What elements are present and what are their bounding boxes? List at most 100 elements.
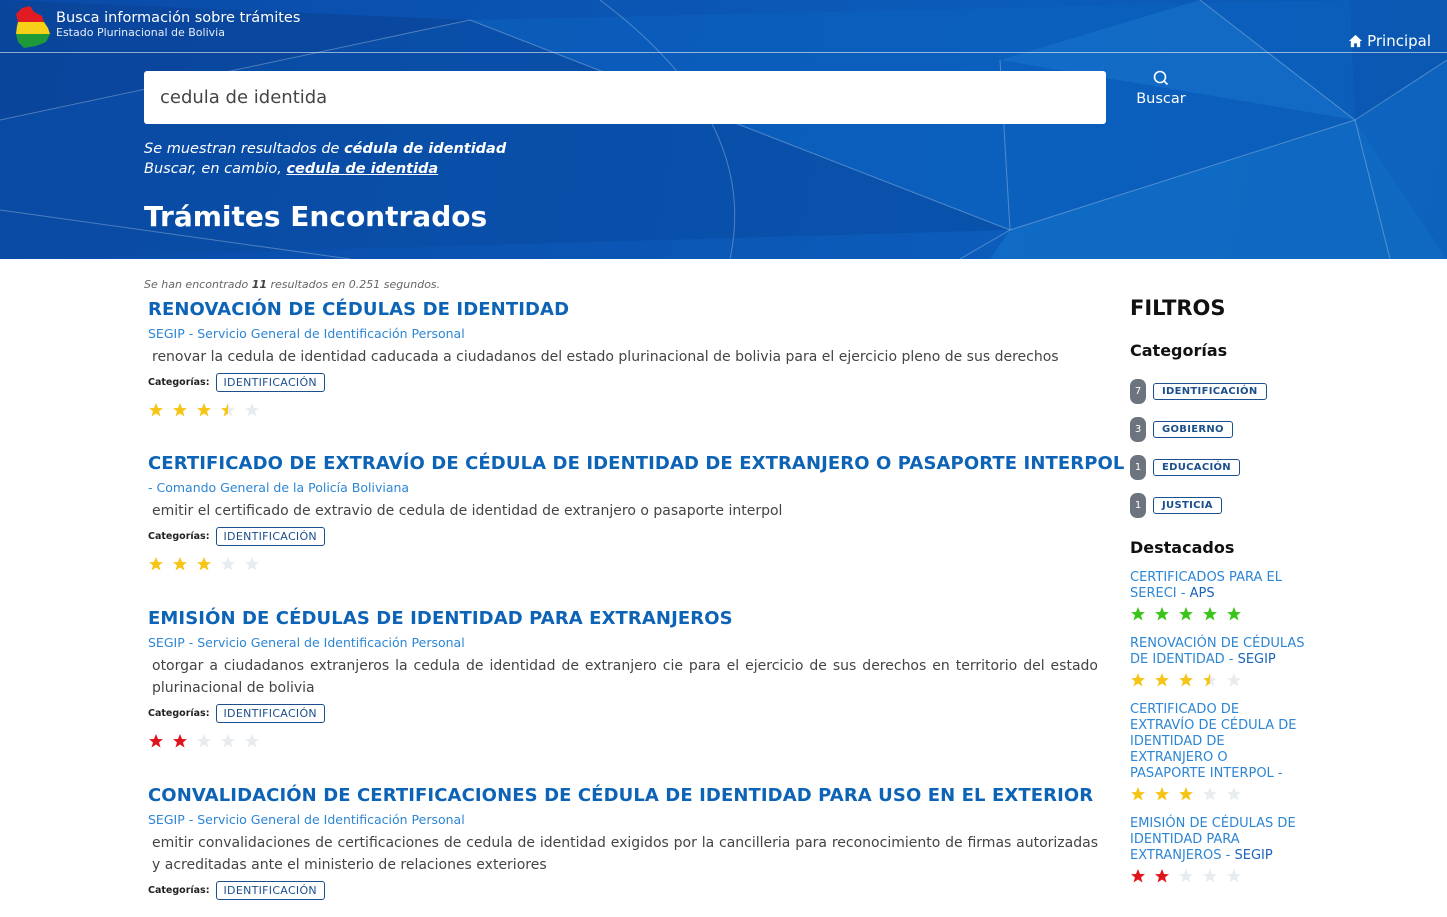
result-title-link[interactable]: RENOVACIÓN DE CÉDULAS DE IDENTIDAD <box>148 298 1098 322</box>
star-icon[interactable] <box>1178 786 1194 802</box>
star-icon[interactable] <box>1178 606 1194 622</box>
featured-link[interactable]: EMISIÓN DE CÉDULAS DE IDENTIDAD PARA EXT… <box>1130 816 1305 864</box>
search-button-label: Buscar <box>1136 91 1186 107</box>
star-icon[interactable] <box>220 733 236 749</box>
featured-item: EMISIÓN DE CÉDULAS DE IDENTIDAD PARA EXT… <box>1130 816 1305 884</box>
filter-count-badge: 3 <box>1130 417 1146 442</box>
stats-middle: resultados en <box>267 278 349 291</box>
star-icon[interactable] <box>1154 606 1170 622</box>
original-search-prefix: Buscar, en cambio, <box>144 161 287 177</box>
original-search-link[interactable]: cedula de identida <box>286 161 438 177</box>
star-icon[interactable] <box>1154 672 1170 688</box>
category-filter[interactable]: 1 JUSTICIA <box>1130 493 1305 518</box>
star-rating[interactable] <box>1130 672 1305 688</box>
star-icon[interactable] <box>1178 868 1194 884</box>
stats-prefix: Se han encontrado <box>144 278 252 291</box>
star-rating[interactable] <box>1130 786 1305 802</box>
result-description: emitir convalidaciones de certificacione… <box>152 835 1098 873</box>
result-title-link[interactable]: EMISIÓN DE CÉDULAS DE IDENTIDAD PARA EXT… <box>148 607 1098 631</box>
home-link[interactable]: Principal <box>1348 32 1431 50</box>
spelling-notice: Se muestran resultados de cédula de iden… <box>144 141 506 157</box>
categories-heading: Categorías <box>1130 341 1228 360</box>
bolivia-map-logo-icon[interactable] <box>14 6 52 48</box>
star-icon[interactable] <box>196 733 212 749</box>
featured-item: RENOVACIÓN DE CÉDULAS DE IDENTIDAD - SEG… <box>1130 636 1305 688</box>
star-icon[interactable] <box>244 556 260 572</box>
filter-tag[interactable]: IDENTIFICACIÓN <box>1153 383 1267 400</box>
star-icon[interactable] <box>196 556 212 572</box>
category-tag[interactable]: IDENTIFICACIÓN <box>215 704 325 723</box>
original-search-notice: Buscar, en cambio, cedula de identida <box>144 161 438 177</box>
category-filter[interactable]: 1 EDUCACIÓN <box>1130 455 1305 480</box>
result-categories: Categorías: IDENTIFICACIÓN <box>148 881 1098 900</box>
featured-org: SEGIP <box>1237 652 1276 667</box>
search-input[interactable] <box>144 71 1106 124</box>
result-stats: Se han encontrado 11 resultados en 0.251… <box>144 278 440 291</box>
star-rating[interactable] <box>148 733 1098 749</box>
result-org-link[interactable]: SEGIP - Servicio General de Identificaci… <box>148 634 1098 652</box>
search-button[interactable]: Buscar <box>1126 70 1196 114</box>
star-rating[interactable] <box>148 402 1098 418</box>
filters-sidebar: FILTROS Categorías 7 IDENTIFICACIÓN 3 GO… <box>1130 296 1305 884</box>
star-icon[interactable] <box>148 733 164 749</box>
result-categories: Categorías: IDENTIFICACIÓN <box>148 704 1098 723</box>
result-item: RENOVACIÓN DE CÉDULAS DE IDENTIDAD SEGIP… <box>148 298 1098 418</box>
star-rating[interactable] <box>1130 868 1305 884</box>
star-icon[interactable] <box>244 402 260 418</box>
featured-link[interactable]: CERTIFICADOS PARA EL SERECI - APS <box>1130 570 1305 602</box>
filters-title: FILTROS <box>1130 296 1226 320</box>
category-tag[interactable]: IDENTIFICACIÓN <box>215 527 325 546</box>
featured-link[interactable]: RENOVACIÓN DE CÉDULAS DE IDENTIDAD - SEG… <box>1130 636 1305 668</box>
star-icon[interactable] <box>1178 672 1194 688</box>
star-icon[interactable] <box>172 733 188 749</box>
star-icon[interactable] <box>196 402 212 418</box>
star-icon[interactable] <box>1130 606 1146 622</box>
star-icon[interactable] <box>1226 868 1242 884</box>
featured-link[interactable]: CERTIFICADO DE EXTRAVÍO DE CÉDULA DE IDE… <box>1130 702 1305 782</box>
featured-org: SEGIP <box>1234 848 1273 863</box>
star-icon[interactable] <box>220 556 236 572</box>
category-filter[interactable]: 3 GOBIERNO <box>1130 417 1305 442</box>
result-org-link[interactable]: SEGIP - Servicio General de Identificaci… <box>148 811 1098 829</box>
star-icon[interactable] <box>1154 868 1170 884</box>
star-icon[interactable] <box>148 556 164 572</box>
star-icon[interactable] <box>1202 606 1218 622</box>
top-bar: Busca información sobre trámites Estado … <box>0 0 1447 53</box>
star-icon[interactable] <box>172 556 188 572</box>
star-icon[interactable] <box>244 733 260 749</box>
result-categories: Categorías: IDENTIFICACIÓN <box>148 527 1098 546</box>
star-icon[interactable] <box>1202 672 1218 688</box>
filter-tag[interactable]: GOBIERNO <box>1153 421 1233 438</box>
category-tag[interactable]: IDENTIFICACIÓN <box>215 881 325 900</box>
category-filter-list: 7 IDENTIFICACIÓN 3 GOBIERNO 1 EDUCACIÓN … <box>1130 379 1305 518</box>
result-org-link[interactable]: - Comando General de la Policía Bolivian… <box>148 479 1098 497</box>
star-icon[interactable] <box>1226 672 1242 688</box>
category-filter[interactable]: 7 IDENTIFICACIÓN <box>1130 379 1305 404</box>
star-icon[interactable] <box>148 402 164 418</box>
star-icon[interactable] <box>1154 786 1170 802</box>
result-title-link[interactable]: CERTIFICADO DE EXTRAVÍO DE CÉDULA DE IDE… <box>148 452 1124 476</box>
star-icon[interactable] <box>1226 606 1242 622</box>
star-icon[interactable] <box>1202 868 1218 884</box>
filter-count-badge: 7 <box>1130 379 1146 404</box>
star-icon[interactable] <box>220 402 236 418</box>
category-tag[interactable]: IDENTIFICACIÓN <box>215 373 325 392</box>
star-rating[interactable] <box>148 556 1098 572</box>
filter-count-badge: 1 <box>1130 455 1146 480</box>
featured-title: RENOVACIÓN DE CÉDULAS DE IDENTIDAD - <box>1130 636 1305 667</box>
star-icon[interactable] <box>1130 868 1146 884</box>
categories-label: Categorías: <box>148 708 210 719</box>
result-title-link[interactable]: CONVALIDACIÓN DE CERTIFICACIONES DE CÉDU… <box>148 784 1098 808</box>
star-icon[interactable] <box>1226 786 1242 802</box>
star-icon[interactable] <box>1130 672 1146 688</box>
star-rating[interactable] <box>1130 606 1305 622</box>
filter-tag[interactable]: JUSTICIA <box>1153 497 1222 514</box>
site-title[interactable]: Busca información sobre trámites <box>56 10 300 27</box>
stats-suffix: segundos. <box>380 278 441 291</box>
star-icon[interactable] <box>1202 786 1218 802</box>
star-icon[interactable] <box>1130 786 1146 802</box>
featured-title: CERTIFICADO DE EXTRAVÍO DE CÉDULA DE IDE… <box>1130 702 1297 781</box>
filter-tag[interactable]: EDUCACIÓN <box>1153 459 1240 476</box>
star-icon[interactable] <box>172 402 188 418</box>
result-org-link[interactable]: SEGIP - Servicio General de Identificaci… <box>148 325 1098 343</box>
